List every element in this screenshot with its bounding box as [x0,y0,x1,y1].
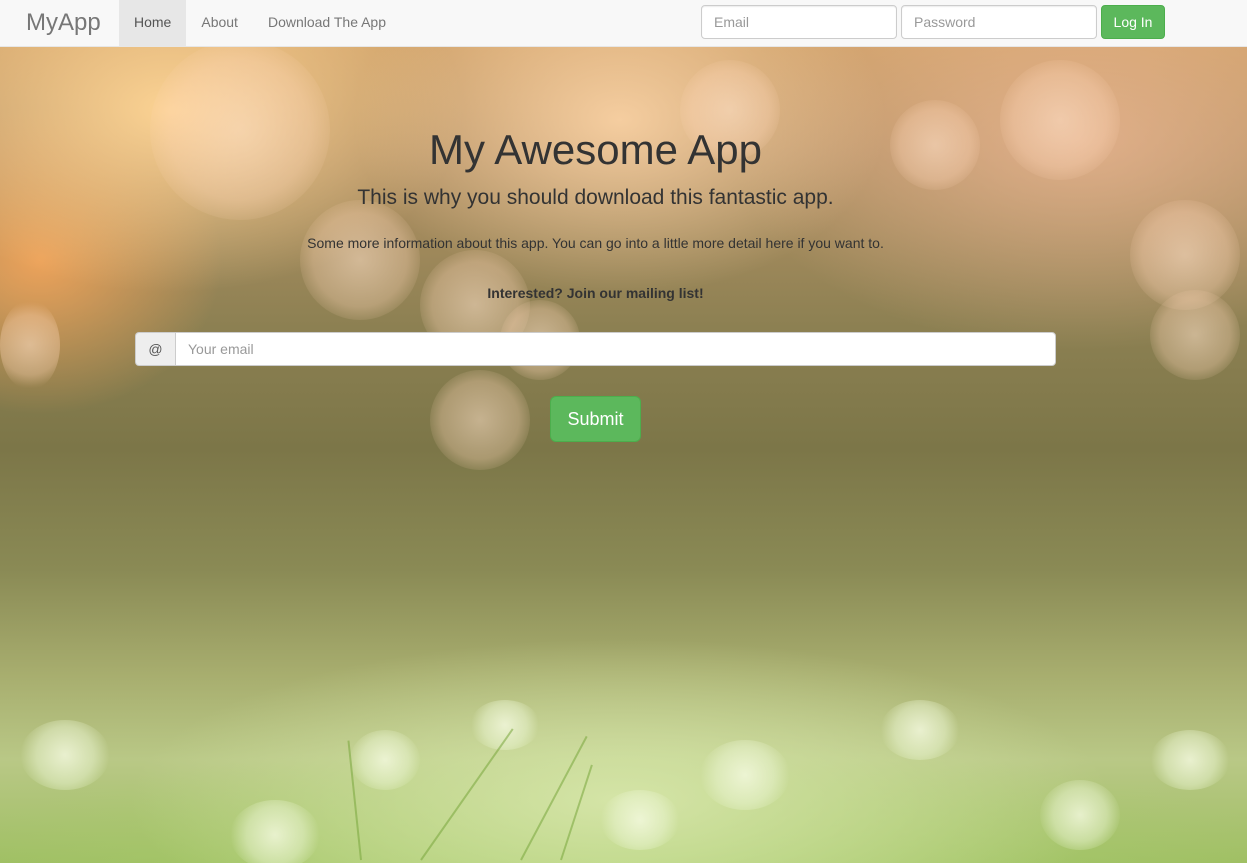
bokeh-flower [1040,780,1120,850]
bokeh-flower [230,800,320,863]
nav-link-download[interactable]: Download The App [253,0,401,46]
login-form: Log In [701,5,1165,39]
top-navbar: MyApp Home About Download The App Log In [0,0,1247,47]
hero-subtitle: This is why you should download this fan… [357,186,834,209]
at-sign-icon: @ [135,332,175,366]
nav-links: Home About Download The App [119,0,401,47]
bokeh-flower [880,700,960,760]
signup-email-input[interactable] [175,332,1056,366]
bokeh-light [0,300,60,390]
hero-title: My Awesome App [428,126,763,173]
grass-blade [420,728,514,861]
brand-logo[interactable]: MyApp [26,0,101,47]
bokeh-flower [1150,730,1230,790]
login-button[interactable]: Log In [1101,5,1165,39]
login-email-input[interactable] [701,5,897,39]
nav-link-home[interactable]: Home [119,0,187,46]
login-password-input[interactable] [901,5,1097,39]
submit-button[interactable]: Submit [550,396,641,442]
bokeh-flower [600,790,680,850]
bokeh-flower [700,740,790,810]
mailing-list-prompt: Interested? Join our mailing list! [487,285,704,301]
signup-input-group: @ [135,332,1056,366]
hero-info-text: Some more information about this app. Yo… [307,235,884,251]
bokeh-flower [350,730,420,790]
grass-blade [520,735,588,861]
nav-link-about[interactable]: About [186,0,253,46]
bokeh-flower [470,700,540,750]
bokeh-light [430,370,530,470]
bokeh-light [1150,290,1240,380]
bokeh-flower [20,720,110,790]
